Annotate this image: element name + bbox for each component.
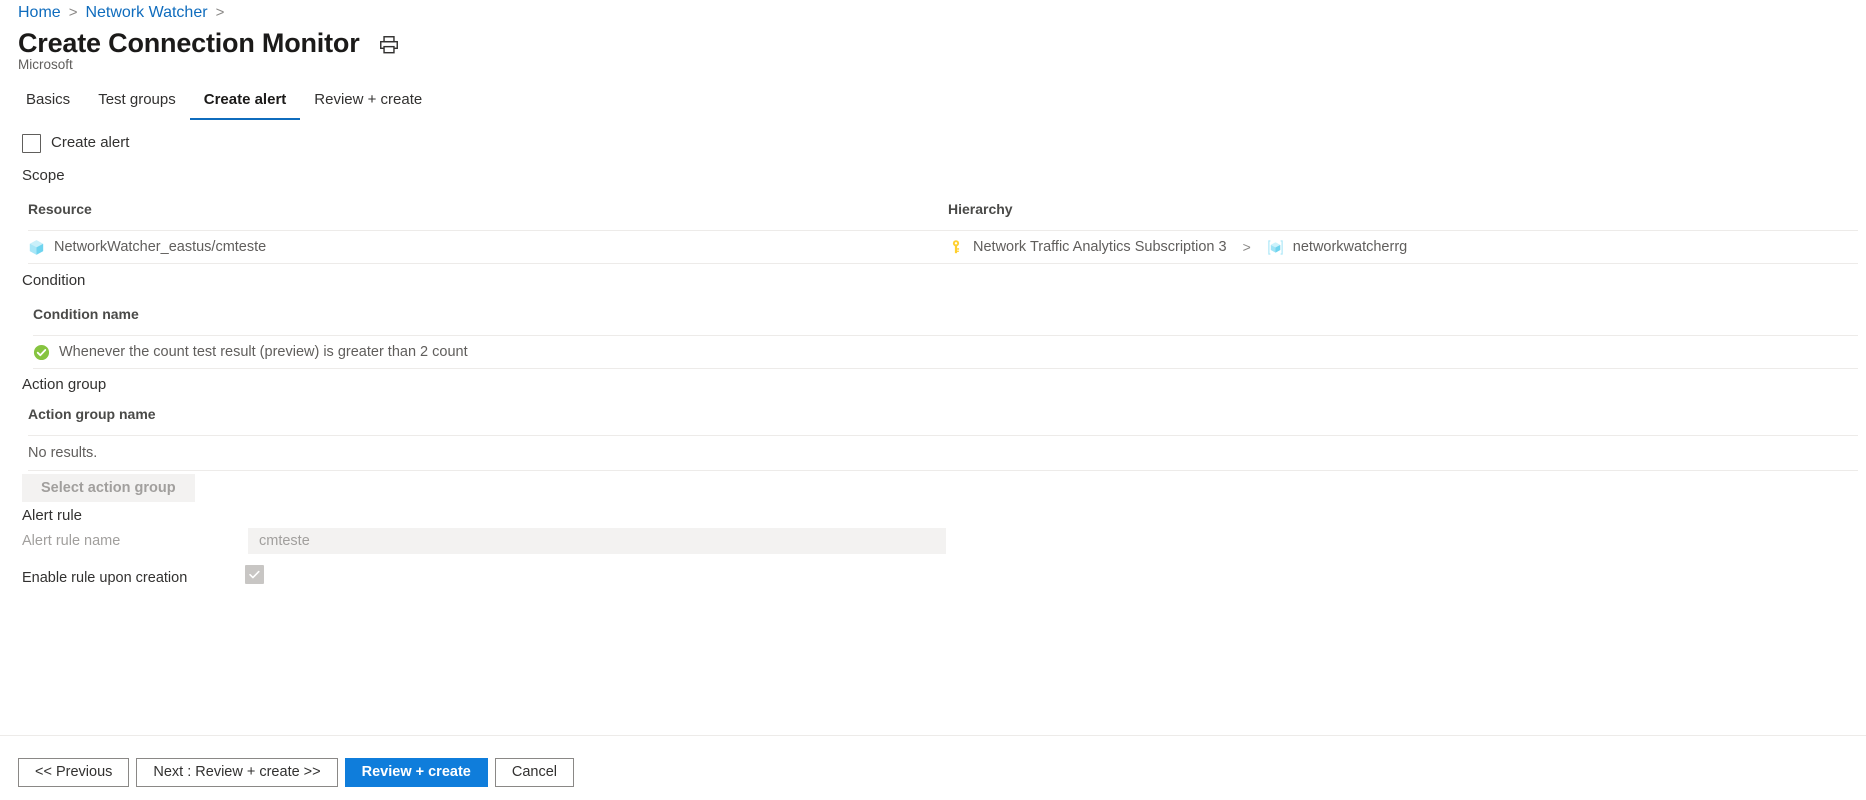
breadcrumb: Home > Network Watcher > — [18, 3, 224, 23]
scope-table-header: Resource Hierarchy — [28, 200, 1858, 230]
resource-group-icon — [1267, 239, 1284, 256]
tab-create-alert[interactable]: Create alert — [189, 90, 301, 120]
table-row: No results. — [28, 435, 1858, 471]
scope-cell-resource: NetworkWatcher_eastus/cmteste — [28, 239, 948, 256]
scope-resource-name: NetworkWatcher_eastus/cmteste — [54, 239, 267, 255]
tab-basics[interactable]: Basics — [22, 90, 84, 120]
green-check-icon — [33, 344, 50, 361]
printer-icon[interactable] — [378, 30, 400, 56]
chevron-right-icon: > — [1242, 239, 1251, 255]
action-group-table: Action group name No results. — [28, 405, 1858, 471]
create-alert-checkbox-label: Create alert — [51, 134, 130, 151]
action-group-empty-cell: No results. — [28, 445, 97, 461]
condition-column-name: Condition name — [33, 306, 139, 322]
breadcrumb-item-network-watcher[interactable]: Network Watcher — [85, 3, 207, 23]
scope-hierarchy-subscription: Network Traffic Analytics Subscription 3 — [973, 239, 1227, 255]
scope-cell-hierarchy: Network Traffic Analytics Subscription 3… — [948, 239, 1407, 256]
alert-rule-name-input[interactable] — [248, 528, 946, 554]
table-row[interactable]: Whenever the count test result (preview)… — [33, 335, 1858, 369]
footer-divider — [0, 735, 1866, 736]
breadcrumb-separator-icon-2: > — [215, 4, 225, 21]
scope-column-resource: Resource — [28, 201, 92, 217]
enable-rule-checkbox[interactable] — [245, 565, 264, 584]
condition-table-header: Condition name — [33, 305, 1858, 335]
condition-cell: Whenever the count test result (preview)… — [33, 344, 468, 361]
key-icon — [948, 239, 964, 255]
scope-column-hierarchy: Hierarchy — [948, 201, 1013, 217]
page-subtitle: Microsoft — [18, 57, 73, 72]
tab-test-groups[interactable]: Test groups — [84, 90, 190, 120]
condition-section-label: Condition — [22, 272, 86, 289]
title-row: Create Connection Monitor — [18, 26, 400, 60]
page-title: Create Connection Monitor — [18, 28, 360, 58]
action-group-column-name: Action group name — [28, 406, 156, 422]
cancel-button[interactable]: Cancel — [494, 758, 574, 787]
alert-rule-name-label: Alert rule name — [22, 533, 121, 549]
action-group-section-label: Action group — [22, 376, 107, 393]
action-group-empty-text: No results. — [28, 445, 98, 461]
previous-button[interactable]: << Previous — [18, 758, 130, 787]
scope-section-label: Scope — [22, 167, 65, 184]
cube-icon — [28, 239, 45, 256]
condition-text: Whenever the count test result (preview)… — [59, 344, 468, 360]
next-review-create-button[interactable]: Next : Review + create >> — [136, 758, 338, 787]
footer-button-bar: << Previous Next : Review + create >> Re… — [18, 758, 574, 787]
tab-bar: Basics Test groups Create alert Review +… — [22, 86, 436, 120]
create-alert-checkbox[interactable] — [22, 133, 41, 153]
tab-review-create[interactable]: Review + create — [300, 90, 436, 120]
create-alert-checkbox-row[interactable]: Create alert — [22, 133, 129, 153]
alert-rule-section-label: Alert rule — [22, 507, 83, 524]
scope-hierarchy-group: networkwatcherrg — [1292, 239, 1408, 255]
action-group-table-header: Action group name — [28, 405, 1858, 435]
create-connection-monitor-page: Home > Network Watcher > Create Connecti… — [0, 0, 1866, 800]
breadcrumb-separator-icon: > — [68, 4, 78, 21]
table-row[interactable]: NetworkWatcher_eastus/cmteste Network Tr… — [28, 230, 1858, 264]
review-create-button[interactable]: Review + create — [344, 758, 488, 787]
condition-table: Condition name Whenever the count test r… — [33, 305, 1858, 369]
enable-rule-label: Enable rule upon creation — [22, 570, 188, 586]
select-action-group-button[interactable]: Select action group — [22, 474, 195, 502]
scope-table: Resource Hierarchy NetworkWatcher_eastus… — [28, 200, 1858, 264]
breadcrumb-item-home[interactable]: Home — [18, 3, 61, 23]
